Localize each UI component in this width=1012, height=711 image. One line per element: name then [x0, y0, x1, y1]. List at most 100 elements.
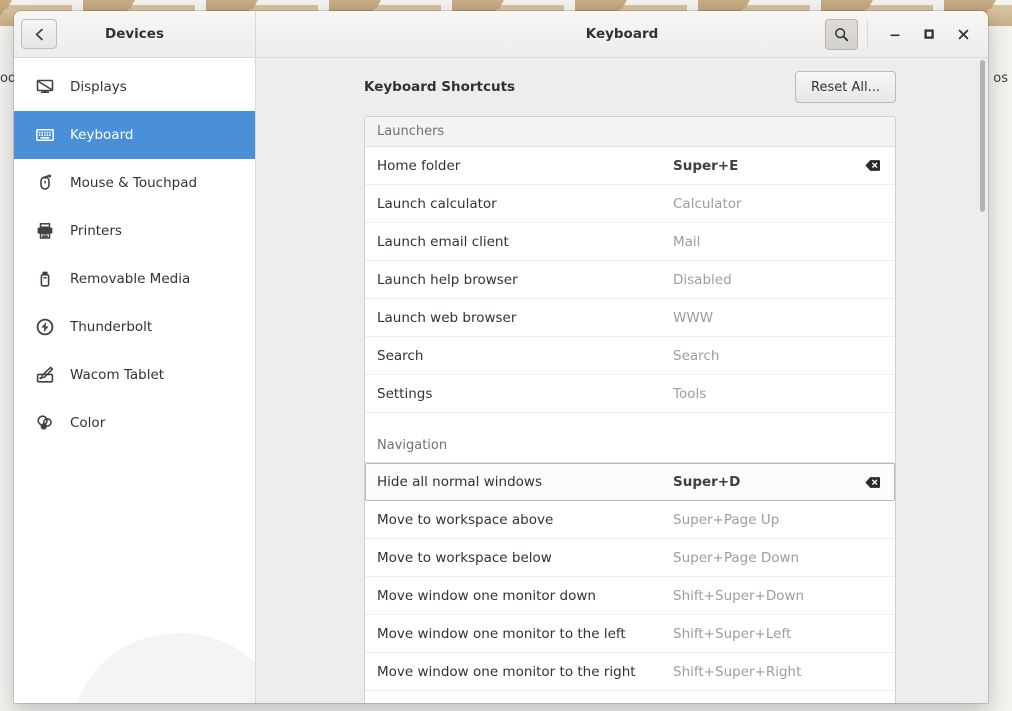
section-header: Launchers [365, 117, 895, 147]
section-spacer [365, 413, 895, 429]
settings-sidebar: Displays Keyboard Mouse & Touchpad Print… [14, 58, 256, 703]
shortcut-name: Launch web browser [377, 310, 673, 326]
scrollbar-thumb[interactable] [980, 60, 985, 212]
sidebar-item-label: Mouse & Touchpad [70, 175, 197, 191]
keyboard-icon [34, 126, 56, 144]
shortcut-row[interactable]: Move to workspace belowSuper+Page Down [365, 539, 895, 577]
sidebar-header: Devices [14, 11, 256, 57]
vertical-scrollbar[interactable] [977, 58, 987, 703]
sidebar-item-thunderbolt[interactable]: Thunderbolt [14, 303, 255, 351]
thunderbolt-icon [34, 318, 56, 336]
page-title: Keyboard Shortcuts [364, 79, 515, 95]
shortcut-name: Move to workspace above [377, 512, 673, 528]
sidebar-item-label: Removable Media [70, 271, 190, 287]
sidebar-item-mouse-touchpad[interactable]: Mouse & Touchpad [14, 159, 255, 207]
shortcuts-list[interactable]: LaunchersHome folderSuper+E Launch calcu… [364, 116, 896, 703]
shortcut-row[interactable]: Launch email clientMail [365, 223, 895, 261]
sidebar-item-label: Thunderbolt [70, 319, 152, 335]
main-header: Keyboard [256, 11, 988, 57]
shortcut-name: Launch help browser [377, 272, 673, 288]
settings-window: Devices Keyboard [14, 11, 988, 703]
sidebar-item-label: Color [70, 415, 105, 431]
shortcut-name: Launch calculator [377, 196, 673, 212]
shortcut-name: Hide all normal windows [377, 474, 673, 490]
maximize-button[interactable] [912, 19, 946, 49]
shortcut-accelerator: Shift+Super+Right [673, 664, 861, 680]
shortcut-row[interactable]: Move window one monitor downShift+Super+… [365, 577, 895, 615]
shortcut-accelerator: Disabled [673, 272, 861, 288]
sidebar-item-label: Wacom Tablet [70, 367, 164, 383]
shortcut-name: Launch email client [377, 234, 673, 250]
shortcut-row[interactable]: Launch calculatorCalculator [365, 185, 895, 223]
shortcut-accelerator: Tools [673, 386, 861, 402]
sidebar-item-keyboard[interactable]: Keyboard [14, 111, 255, 159]
shortcut-name: Move to workspace below [377, 550, 673, 566]
shortcut-accelerator: Super+Page Up [673, 512, 861, 528]
shortcut-row[interactable]: SearchSearch [365, 337, 895, 375]
shortcut-name: Move window one monitor down [377, 588, 673, 604]
shortcut-row[interactable]: Move to workspace aboveSuper+Page Up [365, 501, 895, 539]
shortcut-name: Move window one monitor to the left [377, 626, 673, 642]
color-profile-icon [36, 414, 54, 432]
printer-icon [36, 222, 54, 240]
shortcut-accelerator: Super+E [673, 158, 861, 174]
chevron-left-icon [34, 28, 45, 41]
shortcut-accelerator: Shift+Super+Down [673, 588, 861, 604]
keyboard-shortcuts-panel: Keyboard Shortcuts Reset All... Launcher… [256, 58, 988, 703]
clear-shortcut-button[interactable] [861, 476, 883, 489]
shortcut-name: Search [377, 348, 673, 364]
sidebar-item-printers[interactable]: Printers [14, 207, 255, 255]
shortcut-accelerator: Super+D [673, 474, 861, 490]
search-icon [834, 27, 849, 42]
shortcut-name: Settings [377, 386, 673, 402]
minimize-button[interactable] [878, 19, 912, 49]
usb-drive-icon [36, 270, 54, 288]
close-button[interactable] [946, 19, 980, 49]
wacom-tablet-icon [36, 366, 54, 384]
sidebar-item-color[interactable]: Color [14, 399, 255, 447]
shortcut-accelerator: Calculator [673, 196, 861, 212]
sidebar-item-removable-media[interactable]: Removable Media [14, 255, 255, 303]
minimize-icon [889, 28, 901, 40]
shortcut-accelerator: Search [673, 348, 861, 364]
shortcut-row[interactable]: Launch web browserWWW [365, 299, 895, 337]
backspace-clear-icon [865, 476, 880, 489]
window-controls [825, 19, 980, 50]
shortcut-row[interactable]: Move window one monitor to the rightShif… [365, 653, 895, 691]
sidebar-item-wacom-tablet[interactable]: Wacom Tablet [14, 351, 255, 399]
reset-all-label: Reset All... [811, 80, 880, 95]
printer-icon [34, 222, 56, 240]
backspace-clear-icon [865, 159, 880, 172]
reset-all-button[interactable]: Reset All... [795, 71, 896, 103]
sidebar-item-label: Printers [70, 223, 122, 239]
sidebar-item-label: Displays [70, 79, 127, 95]
color-profile-icon [34, 414, 56, 432]
sidebar-item-label: Keyboard [70, 127, 133, 143]
shortcut-row[interactable]: SettingsTools [365, 375, 895, 413]
back-button[interactable] [21, 19, 57, 49]
window-body: Displays Keyboard Mouse & Touchpad Print… [14, 58, 988, 703]
clear-shortcut-button[interactable] [861, 159, 883, 172]
search-button[interactable] [825, 19, 858, 50]
wacom-tablet-icon [34, 366, 56, 384]
shortcut-accelerator: Super+Page Down [673, 550, 861, 566]
sidebar-decoration [74, 633, 256, 703]
shortcut-row[interactable]: Launch help browserDisabled [365, 261, 895, 299]
display-icon [34, 78, 56, 96]
shortcut-row[interactable]: Hide all normal windowsSuper+D [365, 463, 895, 501]
display-icon [36, 78, 54, 96]
keyboard-icon [36, 126, 54, 144]
shortcut-row[interactable]: Move window one monitor to the leftShift… [365, 615, 895, 653]
window-header-bar: Devices Keyboard [14, 11, 988, 58]
background-text-right: os [993, 71, 1008, 86]
shortcut-accelerator: WWW [673, 310, 861, 326]
shortcut-accelerator: Mail [673, 234, 861, 250]
thunderbolt-icon [36, 318, 54, 336]
shortcut-name: Move window one monitor to the right [377, 664, 673, 680]
header-separator [867, 20, 868, 48]
mouse-icon [34, 174, 56, 192]
shortcut-name: Home folder [377, 158, 673, 174]
sidebar-item-displays[interactable]: Displays [14, 63, 255, 111]
shortcut-accelerator: Shift+Super+Left [673, 626, 861, 642]
shortcut-row[interactable]: Home folderSuper+E [365, 147, 895, 185]
